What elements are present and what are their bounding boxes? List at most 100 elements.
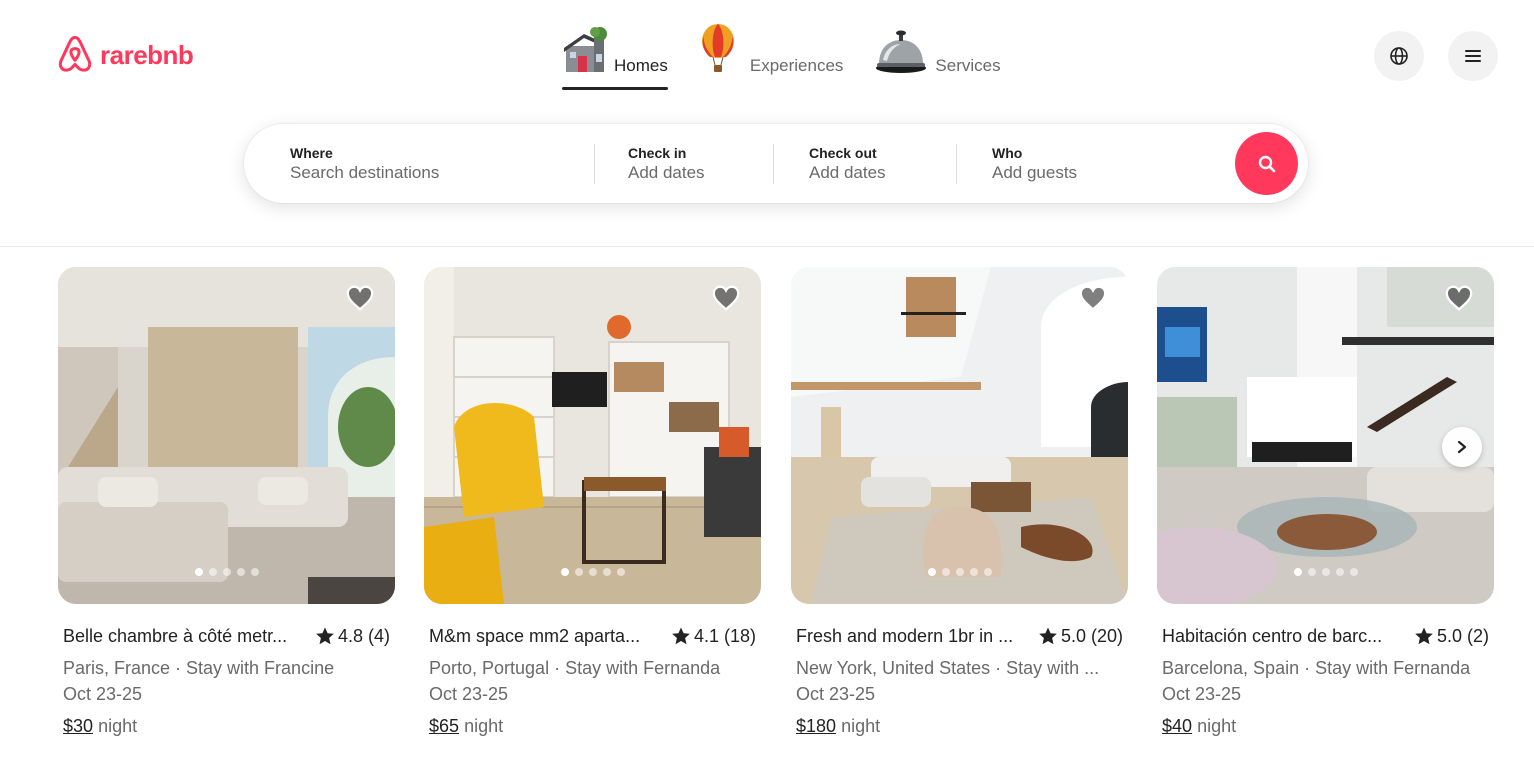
listing-price-unit: night (841, 716, 881, 736)
listing-title: M&m space mm2 aparta... (429, 625, 641, 646)
carousel-dot (222, 568, 231, 576)
where-field[interactable]: Where (290, 124, 590, 203)
listing-info: M&m space mm2 aparta... 4.1 (18) Porto, … (424, 625, 761, 737)
carousel-dot (955, 568, 964, 576)
carousel-dot (588, 568, 597, 576)
listing-photo[interactable] (58, 267, 395, 604)
tab-homes-label: Homes (614, 56, 668, 75)
carousel-dot (1293, 568, 1302, 576)
listing-title: Belle chambre à côté metr... (63, 625, 288, 646)
who-value: Add guests (992, 162, 1078, 182)
main-menu-button[interactable] (1448, 31, 1498, 81)
carousel-dot (194, 568, 203, 576)
listing-photo[interactable] (791, 267, 1128, 604)
service-bell-icon (876, 30, 927, 73)
check-in-field[interactable]: Check in Add dates (628, 124, 768, 203)
globe-icon (1390, 47, 1408, 65)
listing-info: Belle chambre à côté metr... 4.8 (4) Par… (58, 625, 395, 737)
listing-card[interactable]: Belle chambre à côté metr... 4.8 (4) Par… (58, 267, 395, 737)
check-in-label: Check in (628, 144, 687, 161)
listing-price: $40 night (1162, 715, 1489, 737)
listing-price-unit: night (98, 716, 138, 736)
tab-services-label: Services (935, 56, 1001, 75)
carousel-dot (616, 568, 625, 576)
listing-photo[interactable] (1157, 267, 1494, 604)
listing-image (1157, 267, 1494, 604)
listing-subtitle: Paris, France · Stay with Francine (63, 658, 335, 678)
listing-title-row: M&m space mm2 aparta... 4.1 (18) (429, 625, 756, 647)
check-out-field[interactable]: Check out Add dates (809, 124, 949, 203)
hot-air-balloon-icon (701, 24, 734, 72)
star-icon (1415, 627, 1433, 645)
carousel-dot (574, 568, 583, 576)
listing-dates: Oct 23-25 (796, 684, 876, 704)
carousel-dot (560, 568, 569, 576)
listing-price-amount[interactable]: $180 (796, 716, 836, 736)
listing-price-amount[interactable]: $65 (429, 716, 459, 736)
carousel-dot (602, 568, 611, 576)
listing-price: $65 night (429, 715, 756, 737)
listing-photo[interactable] (424, 267, 761, 604)
listing-subtitle: Barcelona, Spain · Stay with Fernanda (1162, 658, 1471, 678)
listing-price-unit: night (1197, 716, 1237, 736)
favorite-heart-icon[interactable] (345, 283, 375, 313)
destination-search-input[interactable] (290, 161, 570, 184)
search-button[interactable] (1235, 132, 1298, 195)
listing-dates: Oct 23-25 (63, 684, 143, 704)
listing-info: Habitación centro de barc... 5.0 (2) Bar… (1157, 625, 1494, 737)
listing-card[interactable]: M&m space mm2 aparta... 4.1 (18) Porto, … (424, 267, 761, 737)
listing-image (791, 267, 1128, 604)
listing-title: Habitación centro de barc... (1162, 625, 1383, 646)
who-field[interactable]: Who Add guests (992, 124, 1212, 203)
brand-name: rarebnb (100, 39, 194, 70)
listing-price-unit: night (464, 716, 504, 736)
carousel-dot (236, 568, 245, 576)
listing-title-row: Fresh and modern 1br in ... 5.0 (20) (796, 625, 1123, 647)
tab-experiences[interactable]: Experiences (698, 24, 844, 90)
rarebnb-logo[interactable]: rarebnb (56, 34, 194, 76)
listing-rating-value: 4.1 (18) (693, 625, 756, 646)
star-icon (672, 627, 690, 645)
carousel-dot (983, 568, 992, 576)
favorite-heart-icon[interactable] (711, 283, 741, 313)
listing-subtitle: Porto, Portugal · Stay with Fernanda (429, 658, 721, 678)
check-out-label: Check out (809, 144, 877, 161)
carousel-dot (941, 568, 950, 576)
search-icon (1258, 155, 1275, 172)
carousel-dot (1335, 568, 1344, 576)
house-icon (564, 27, 607, 72)
listing-price: $180 night (796, 715, 1123, 737)
star-icon (316, 627, 334, 645)
carousel-dots (560, 568, 625, 576)
carousel-dot (250, 568, 259, 576)
search-divider (956, 144, 957, 184)
who-label: Who (992, 144, 1023, 161)
carousel-dot (1307, 568, 1316, 576)
tab-homes[interactable]: Homes (562, 24, 668, 90)
favorite-heart-icon[interactable] (1444, 283, 1474, 313)
where-label: Where (290, 144, 333, 161)
listing-rating: 4.8 (4) (315, 626, 390, 647)
listing-price-amount[interactable]: $40 (1162, 716, 1192, 736)
listing-rating: 5.0 (2) (1414, 626, 1489, 647)
carousel-dots (927, 568, 992, 576)
carousel-dot (1349, 568, 1358, 576)
carousel-dot (208, 568, 217, 576)
language-button[interactable] (1374, 31, 1424, 81)
tab-services[interactable]: Services (873, 24, 1001, 90)
carousel-dot (927, 568, 936, 576)
listing-dates: Oct 23-25 (1162, 684, 1242, 704)
search-bar: Where Check in Add dates Check out Add d… (244, 124, 1308, 203)
listing-rating-value: 5.0 (2) (1436, 625, 1489, 646)
listing-card[interactable]: Habitación centro de barc... 5.0 (2) Bar… (1157, 267, 1494, 737)
brand-logo-icon (58, 35, 92, 72)
listing-price-amount[interactable]: $30 (63, 716, 93, 736)
listing-rating-value: 4.8 (4) (337, 625, 390, 646)
favorite-heart-icon[interactable] (1078, 283, 1108, 313)
next-photo-button[interactable] (1442, 427, 1482, 467)
listing-info: Fresh and modern 1br in ... 5.0 (20) New… (791, 625, 1128, 737)
search-divider (773, 144, 774, 184)
listing-card[interactable]: Fresh and modern 1br in ... 5.0 (20) New… (791, 267, 1128, 737)
listing-image (424, 267, 761, 604)
tab-experiences-label: Experiences (749, 56, 844, 75)
